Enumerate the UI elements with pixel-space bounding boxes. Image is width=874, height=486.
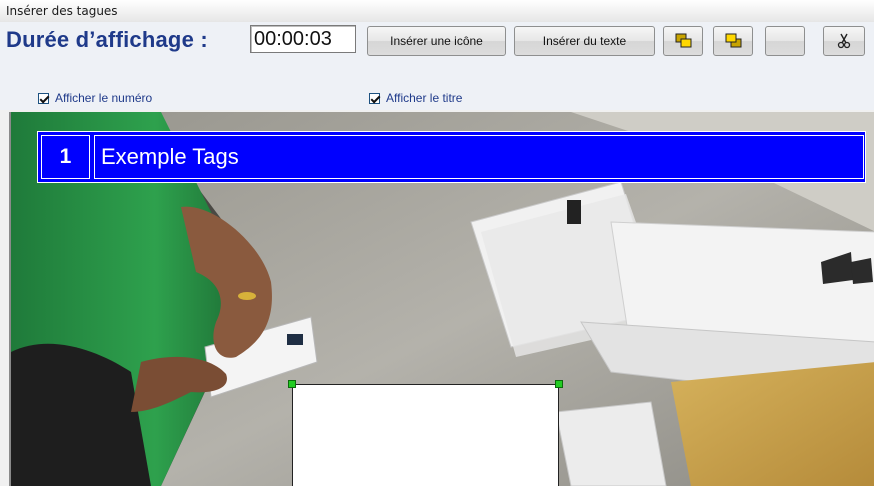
insert-icon-button[interactable]: Insérer une icône xyxy=(367,26,506,56)
title-bar: Insérer des tagues xyxy=(0,0,874,23)
show-title-checkbox[interactable]: Afficher le titre xyxy=(369,91,462,105)
insert-tags-window: Insérer des tagues Durée d’affichage : I… xyxy=(0,0,874,486)
bring-to-front-button[interactable] xyxy=(663,26,703,56)
resize-handle-top-left[interactable] xyxy=(288,380,296,388)
cut-button[interactable] xyxy=(823,26,865,56)
resize-handle-top-right[interactable] xyxy=(555,380,563,388)
checkbox-checked-icon xyxy=(38,92,49,104)
bring-to-front-icon xyxy=(675,33,692,48)
tag-number: 1 xyxy=(41,135,90,179)
duration-input[interactable] xyxy=(250,25,356,53)
window-title: Insérer des tagues xyxy=(6,4,118,18)
show-title-label: Afficher le titre xyxy=(386,91,463,105)
show-number-checkbox[interactable]: Afficher le numéro xyxy=(38,91,152,105)
tag-title: Exemple Tags xyxy=(94,135,864,179)
video-preview[interactable]: 1 Exemple Tags xyxy=(9,112,874,486)
tag-banner: 1 Exemple Tags xyxy=(37,131,866,183)
send-to-back-button[interactable] xyxy=(713,26,753,56)
show-number-label: Afficher le numéro xyxy=(55,91,153,105)
duration-label: Durée d’affichage : xyxy=(6,27,208,52)
scissors-icon xyxy=(837,33,851,49)
checkbox-checked-icon xyxy=(369,92,380,104)
send-to-back-icon xyxy=(725,33,742,48)
insert-text-button[interactable]: Insérer du texte xyxy=(514,26,655,56)
blank-button[interactable] xyxy=(765,26,805,56)
tag-placeholder-box[interactable] xyxy=(292,384,559,486)
